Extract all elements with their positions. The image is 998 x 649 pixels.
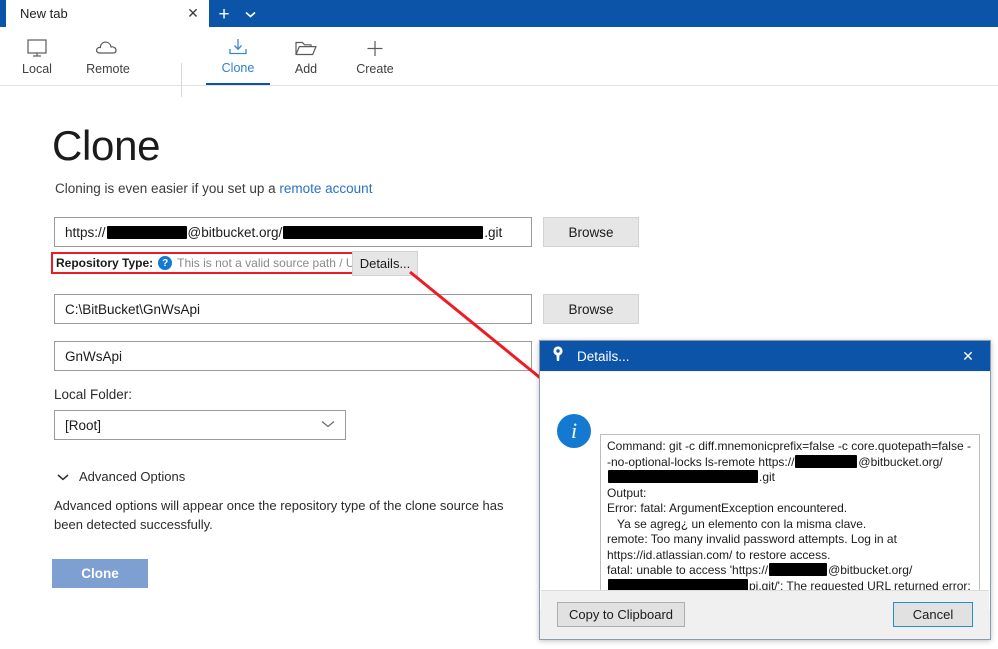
toolbar-item-clone[interactable]: Clone bbox=[206, 27, 270, 85]
page-title: Clone bbox=[52, 122, 161, 169]
toolbar-label-add: Add bbox=[294, 62, 318, 77]
chevron-down-icon[interactable] bbox=[240, 3, 260, 25]
redaction-bar bbox=[608, 470, 758, 483]
toolbar-item-add[interactable]: Add bbox=[278, 27, 334, 85]
log-line: Error: fatal: ArgumentException encounte… bbox=[607, 501, 848, 515]
log-output[interactable]: Command: git -c diff.mnemonicprefix=fals… bbox=[600, 434, 980, 614]
log-line: @bitbucket.org/ bbox=[828, 563, 913, 577]
redaction-bar bbox=[283, 225, 484, 239]
source-url-input[interactable]: https:// @bitbucket.org/ .git bbox=[54, 217, 532, 247]
log-line: Output: bbox=[607, 485, 647, 500]
info-icon: i bbox=[557, 414, 591, 448]
dialog-titlebar: Details... ✕ bbox=[540, 341, 990, 371]
plus-icon[interactable]: + bbox=[213, 3, 235, 25]
repository-type-label: Repository Type: bbox=[56, 256, 154, 270]
log-line: @bitbucket.org/ bbox=[858, 454, 943, 469]
cancel-button[interactable]: Cancel bbox=[893, 602, 973, 627]
main-toolbar: Local Remote Clone Add Create bbox=[0, 27, 998, 97]
toolbar-label-create: Create bbox=[356, 62, 394, 77]
local-folder-value: [Root] bbox=[65, 417, 102, 433]
remote-account-link[interactable]: remote account bbox=[279, 181, 372, 196]
details-button[interactable]: Details... bbox=[352, 251, 418, 276]
window-titlebar: New tab ✕ + bbox=[0, 0, 998, 27]
plus-icon bbox=[364, 36, 386, 60]
log-line: .git bbox=[759, 470, 776, 484]
keyhole-icon bbox=[550, 345, 566, 368]
advanced-options-toggle[interactable]: Advanced Options bbox=[57, 469, 185, 484]
folder-icon bbox=[294, 36, 318, 60]
toolbar-divider bbox=[181, 63, 182, 97]
redaction-bar bbox=[795, 454, 858, 468]
details-dialog: Details... ✕ i Command: git -c diff.mnem… bbox=[539, 340, 991, 640]
toolbar-label-local: Local bbox=[22, 62, 52, 77]
help-icon[interactable]: ? bbox=[158, 256, 173, 270]
dialog-title: Details... bbox=[577, 348, 630, 364]
chevron-down-icon bbox=[321, 419, 335, 431]
url-suffix: .git bbox=[484, 224, 503, 240]
url-middle: @bitbucket.org/ bbox=[187, 224, 283, 240]
advanced-options-label: Advanced Options bbox=[79, 469, 186, 484]
close-icon[interactable]: ✕ bbox=[946, 341, 990, 371]
download-icon bbox=[227, 35, 249, 59]
monitor-icon bbox=[26, 36, 48, 60]
toolbar-item-remote[interactable]: Remote bbox=[68, 27, 148, 85]
local-folder-select[interactable]: [Root] bbox=[54, 410, 346, 440]
dialog-footer: Copy to Clipboard Cancel bbox=[541, 590, 989, 638]
advanced-options-note: Advanced options will appear once the re… bbox=[54, 498, 504, 532]
subtitle: Cloning is even easier if you set up a r… bbox=[55, 181, 372, 196]
cloud-icon bbox=[95, 36, 121, 60]
browse-source-button[interactable]: Browse bbox=[543, 217, 639, 247]
repository-type-message: This is not a valid source path / URL bbox=[177, 256, 370, 270]
copy-to-clipboard-button[interactable]: Copy to Clipboard bbox=[557, 602, 685, 627]
log-line: remote: Too many invalid password attemp… bbox=[607, 532, 901, 562]
close-icon[interactable]: ✕ bbox=[183, 4, 203, 24]
destination-path-input[interactable]: C:\BitBucket\GnWsApi bbox=[54, 294, 532, 324]
repository-type-status: Repository Type: ? This is not a valid s… bbox=[51, 252, 376, 274]
browse-destination-button[interactable]: Browse bbox=[543, 294, 639, 324]
repository-name-input[interactable]: GnWsApi bbox=[54, 341, 532, 371]
redaction-bar bbox=[106, 225, 187, 239]
browser-tab[interactable]: New tab ✕ bbox=[6, 0, 209, 27]
dialog-body: i Command: git -c diff.mnemonicprefix=fa… bbox=[540, 372, 990, 614]
toolbar-label-remote: Remote bbox=[86, 62, 130, 77]
chevron-down-icon bbox=[57, 471, 69, 483]
redaction-bar bbox=[769, 563, 828, 576]
clone-button[interactable]: Clone bbox=[52, 559, 148, 588]
url-prefix: https:// bbox=[65, 224, 106, 240]
log-line: Ya se agreg¿ un elemento con la misma cl… bbox=[607, 516, 867, 531]
log-line: fatal: unable to access 'https:// bbox=[607, 563, 769, 577]
toolbar-item-local[interactable]: Local bbox=[6, 27, 68, 85]
local-folder-label: Local Folder: bbox=[54, 387, 133, 402]
toolbar-item-create[interactable]: Create bbox=[344, 27, 406, 85]
toolbar-label-clone: Clone bbox=[221, 61, 255, 76]
tab-label: New tab bbox=[20, 6, 68, 21]
subtitle-text: Cloning is even easier if you set up a bbox=[55, 181, 280, 196]
